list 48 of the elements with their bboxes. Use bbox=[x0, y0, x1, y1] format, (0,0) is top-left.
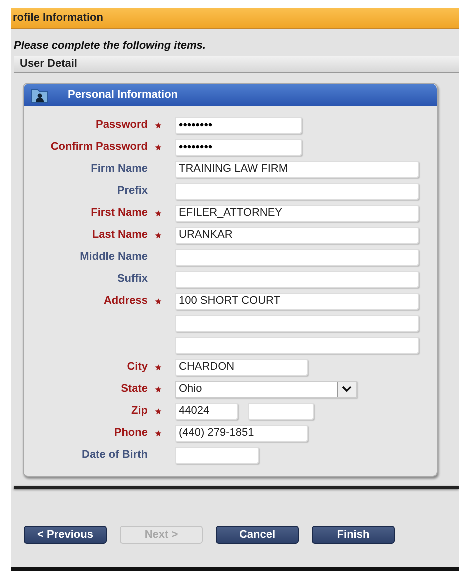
required-icon bbox=[154, 144, 162, 150]
card-title: Personal Information bbox=[68, 89, 178, 101]
header-title: rofile Information bbox=[13, 12, 104, 24]
state-dropdown[interactable]: Ohio bbox=[175, 380, 357, 398]
input-field[interactable]: •••••••• bbox=[175, 116, 302, 134]
field-label: City bbox=[127, 361, 148, 373]
required-icon bbox=[154, 386, 162, 392]
required-icon bbox=[154, 364, 162, 370]
input-field[interactable] bbox=[248, 402, 314, 420]
required-icon bbox=[154, 232, 162, 238]
field-label: Phone bbox=[114, 427, 148, 439]
wizard-button[interactable]: < Previous bbox=[24, 526, 107, 544]
wizard-button[interactable]: Cancel bbox=[216, 526, 299, 544]
required-icon bbox=[154, 430, 162, 436]
input-field[interactable]: (440) 279-1851 bbox=[175, 424, 308, 442]
field-label: Firm Name bbox=[91, 163, 148, 175]
field-label: Password bbox=[96, 119, 148, 131]
input-field[interactable] bbox=[175, 336, 419, 354]
input-field[interactable]: TRAINING LAW FIRM bbox=[175, 160, 419, 178]
required-icon bbox=[154, 122, 162, 128]
field-label: State bbox=[121, 383, 148, 395]
input-field[interactable]: EFILER_ATTORNEY bbox=[175, 204, 419, 222]
section-title: User Detail bbox=[20, 58, 78, 70]
input-field[interactable]: 100 SHORT COURT bbox=[175, 292, 419, 310]
field-label: Middle Name bbox=[80, 251, 148, 263]
field-label: First Name bbox=[91, 207, 148, 219]
field-label: Date of Birth bbox=[82, 449, 148, 461]
field-label: Zip bbox=[132, 405, 148, 417]
chevron-down-icon bbox=[342, 386, 352, 392]
input-field[interactable] bbox=[175, 248, 419, 266]
input-field[interactable] bbox=[175, 182, 419, 200]
input-field[interactable]: •••••••• bbox=[175, 138, 302, 156]
input-field[interactable] bbox=[175, 446, 259, 464]
required-icon bbox=[154, 298, 162, 304]
wizard-button[interactable]: Finish bbox=[312, 526, 395, 544]
field-label: Prefix bbox=[117, 185, 148, 197]
input-field[interactable]: CHARDON bbox=[175, 358, 308, 376]
input-field[interactable]: 44024 bbox=[175, 402, 238, 420]
input-field[interactable] bbox=[175, 270, 419, 288]
input-field[interactable] bbox=[175, 314, 419, 332]
field-label: Address bbox=[104, 295, 148, 307]
instructions-text: Please complete the following items. bbox=[13, 39, 207, 54]
required-icon bbox=[154, 210, 162, 216]
field-label: Suffix bbox=[117, 273, 148, 285]
input-field[interactable]: URANKAR bbox=[175, 226, 419, 244]
required-icon bbox=[154, 408, 162, 414]
field-label: Confirm Password bbox=[50, 141, 148, 153]
field-label: Last Name bbox=[92, 229, 148, 241]
